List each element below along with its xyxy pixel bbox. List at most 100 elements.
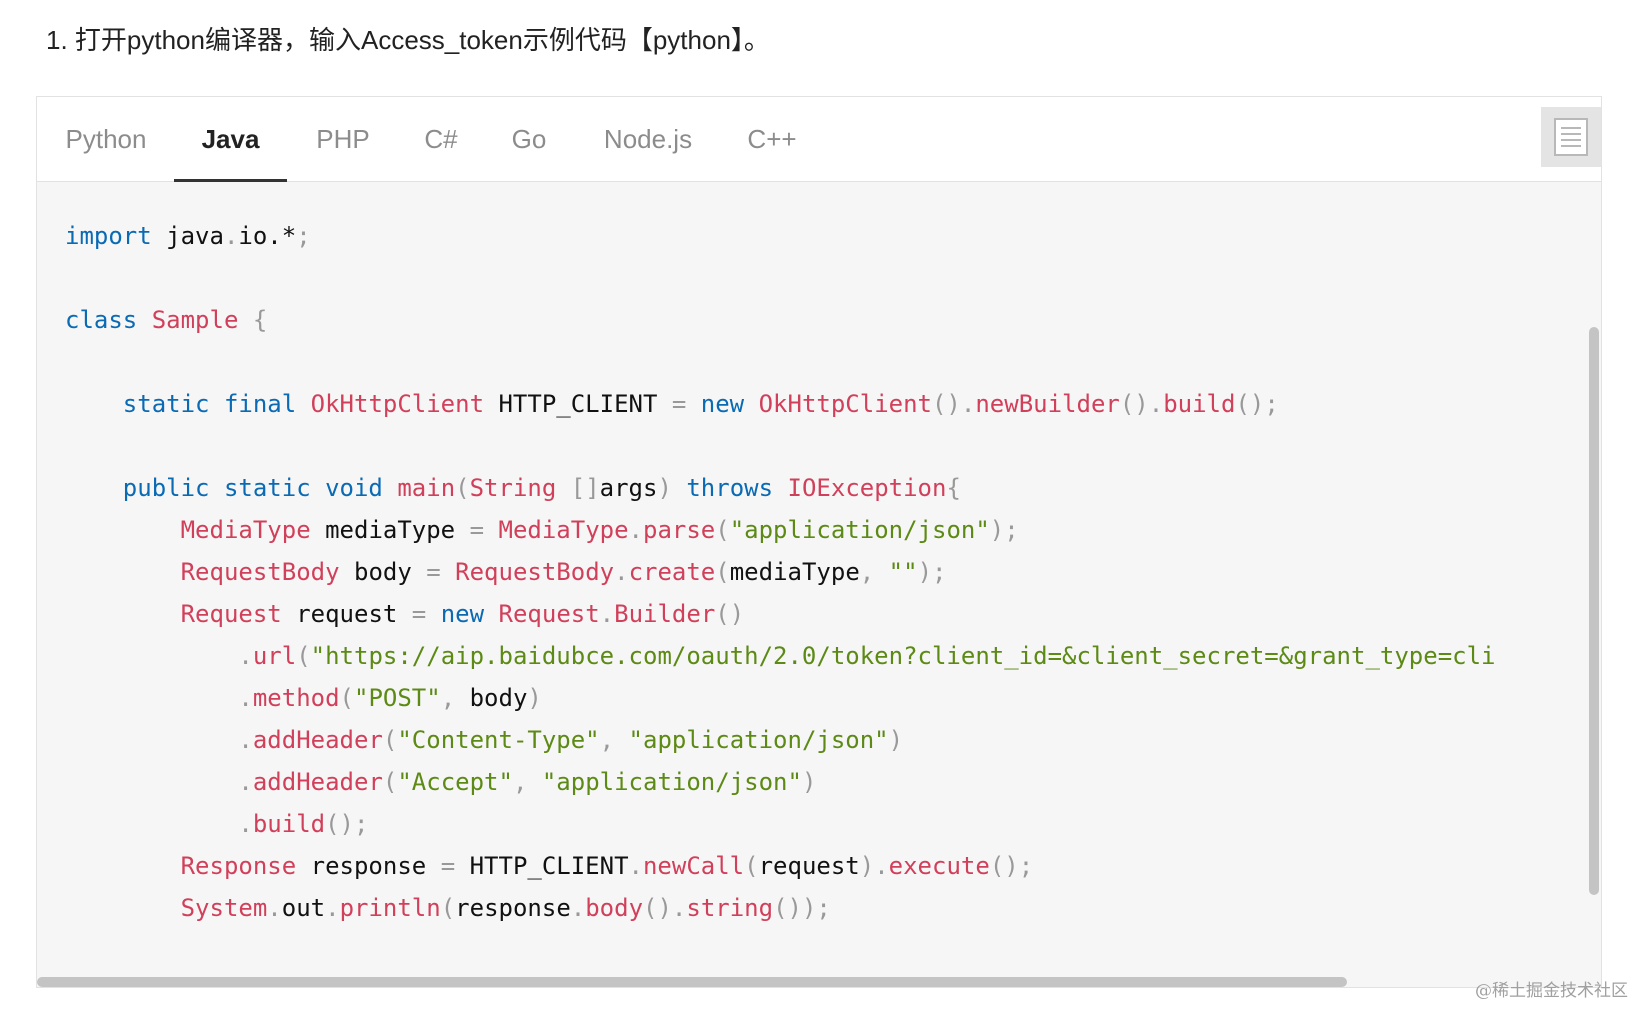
code-token: OkHttpClient	[758, 390, 932, 418]
code-token: HTTP_CLIENT	[484, 390, 672, 418]
code-line: RequestBody body = RequestBody.create(me…	[65, 551, 1496, 593]
code-panel: Python Java PHP C# Go Node.js C++ import…	[36, 96, 1602, 988]
code-line: Response response = HTTP_CLIENT.newCall(…	[65, 845, 1496, 887]
code-line: public static void main(String []args) t…	[65, 467, 1496, 509]
code-token: body	[339, 558, 427, 586]
copy-document-icon	[1554, 118, 1588, 156]
code-token: out	[281, 894, 326, 922]
tab-python[interactable]: Python	[61, 97, 151, 181]
tab-go[interactable]: Go	[509, 97, 549, 181]
code-token: request	[758, 852, 860, 880]
code-token: .	[267, 894, 282, 922]
code-token: ().	[931, 390, 976, 418]
code-token: .	[614, 558, 629, 586]
code-token: mediaType	[310, 516, 470, 544]
horizontal-scrollbar[interactable]	[37, 977, 1347, 987]
code-line: System.out.println(response.body().strin…	[65, 887, 1496, 929]
code-line: .addHeader("Accept", "application/json")	[65, 761, 1496, 803]
code-token: ());	[773, 894, 831, 922]
code-token: (	[440, 894, 456, 922]
code-token: .	[238, 726, 253, 754]
tab-cpp[interactable]: C++	[744, 97, 800, 181]
code-token: IOException	[787, 474, 947, 502]
code-token: (	[339, 684, 354, 712]
code-token: ;	[296, 222, 311, 250]
code-token: (	[296, 642, 311, 670]
code-token: body	[455, 684, 528, 712]
code-token: ,	[512, 768, 528, 796]
tab-nodejs[interactable]: Node.js	[600, 97, 696, 181]
code-token: addHeader	[252, 726, 383, 754]
code-token: (	[715, 516, 730, 544]
code-line: class Sample {	[65, 299, 1496, 341]
code-token: ().	[643, 894, 687, 922]
code-token: .	[628, 852, 643, 880]
tab-php[interactable]: PHP	[311, 97, 375, 181]
tab-csharp[interactable]: C#	[421, 97, 461, 181]
code-token: )	[527, 684, 542, 712]
code-token: Request	[498, 600, 600, 628]
code-token: System	[180, 894, 268, 922]
code-token: )	[801, 768, 817, 796]
code-token: =	[440, 852, 456, 880]
code-token: (	[455, 474, 470, 502]
code-token: "https://aip.baidubce.com/oauth/2.0/toke…	[310, 642, 1496, 670]
code-token: mediaType	[729, 558, 860, 586]
code-token: public static void	[122, 474, 383, 502]
code-token: java	[151, 222, 224, 250]
code-token: ,	[599, 726, 615, 754]
code-block[interactable]: import java.io.*; class Sample { static …	[65, 215, 1496, 929]
code-token: io.*	[238, 222, 297, 250]
code-line: .build();	[65, 803, 1496, 845]
code-token: import	[65, 222, 152, 250]
copy-button[interactable]	[1541, 107, 1601, 167]
code-token: RequestBody	[455, 558, 615, 586]
tab-java[interactable]: Java	[174, 97, 287, 182]
code-token: =	[671, 390, 687, 418]
code-token: ().	[1119, 390, 1164, 418]
code-token: body	[585, 894, 644, 922]
code-token: "application/json"	[729, 516, 990, 544]
code-token: response	[296, 852, 441, 880]
code-token: .	[238, 810, 253, 838]
code-token: throws	[686, 474, 774, 502]
code-token: )	[657, 474, 672, 502]
code-token: build	[1163, 390, 1236, 418]
code-token: static final	[122, 390, 297, 418]
code-token: class	[65, 306, 138, 334]
code-token: request	[281, 600, 412, 628]
code-token: ,	[859, 558, 875, 586]
code-token: Request	[180, 600, 282, 628]
code-token: Response	[180, 852, 297, 880]
code-token: parse	[643, 516, 716, 544]
code-token: );	[989, 516, 1019, 544]
code-line: import java.io.*;	[65, 215, 1496, 257]
code-token: .	[238, 768, 253, 796]
code-line: Request request = new Request.Builder()	[65, 593, 1496, 635]
code-token: "application/json"	[628, 726, 889, 754]
code-token: ,	[440, 684, 456, 712]
code-token: =	[411, 600, 427, 628]
code-line: .url("https://aip.baidubce.com/oauth/2.0…	[65, 635, 1496, 677]
code-line: .method("POST", body)	[65, 677, 1496, 719]
code-token: args	[599, 474, 658, 502]
code-token: new	[440, 600, 485, 628]
code-token: {	[946, 474, 961, 502]
vertical-scrollbar[interactable]	[1589, 327, 1599, 895]
code-token: ""	[888, 558, 918, 586]
code-token: "POST"	[354, 684, 441, 712]
